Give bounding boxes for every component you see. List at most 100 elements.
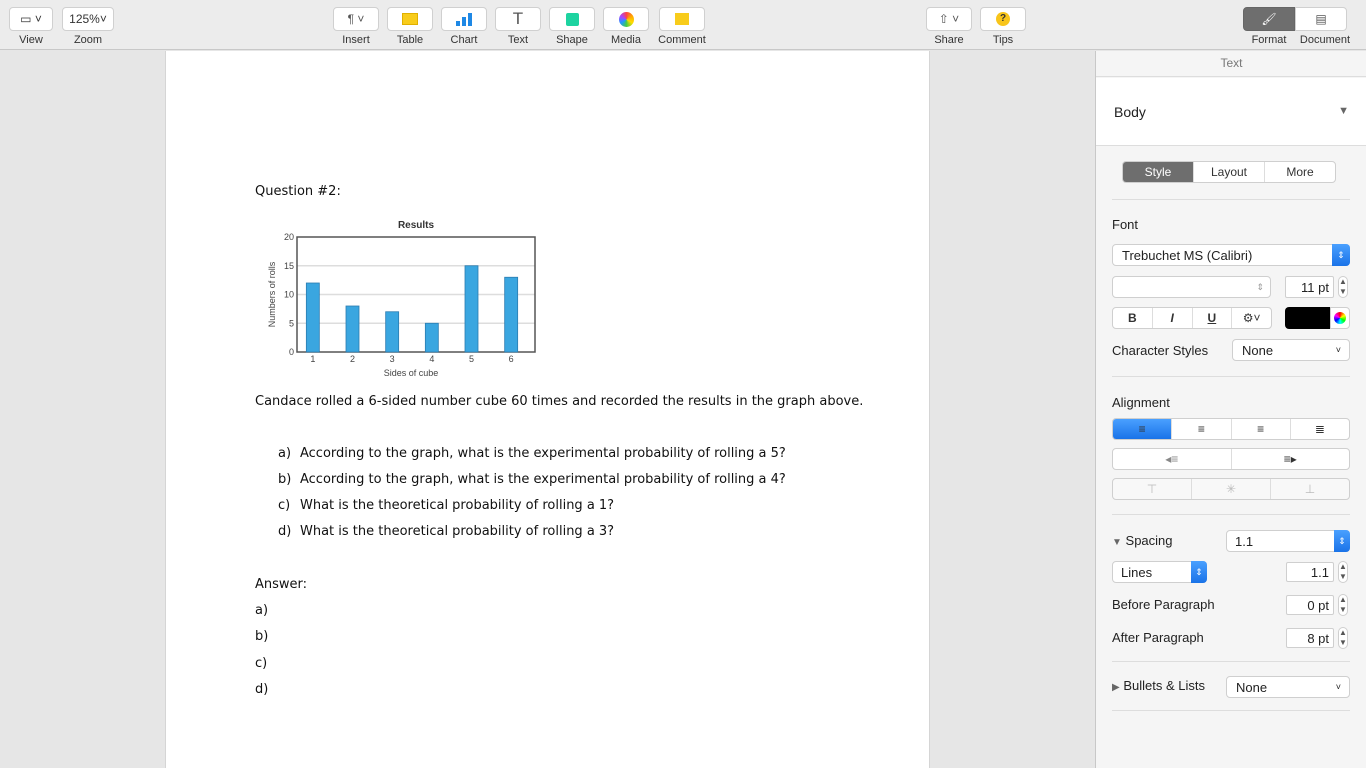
updown-icon: ⇕ (1191, 561, 1207, 583)
after-paragraph-input[interactable]: 8 pt (1286, 628, 1334, 648)
zoom-button[interactable]: 125% ˅ Zoom (62, 7, 114, 46)
indent-buttons: ◂≡ ≡▸ (1112, 448, 1350, 470)
question-item: d) What is the theoretical probability of… (278, 524, 614, 539)
bullets-lists-disclosure[interactable]: ▶ Bullets & Lists (1112, 678, 1205, 693)
question-title: Question #2: (255, 184, 341, 199)
line-spacing-stepper[interactable]: ▲ ▼ (1338, 561, 1348, 583)
triangle-down-icon: ▼ (1112, 537, 1122, 548)
x-axis-label: Sides of cube (384, 368, 439, 378)
insert-button[interactable]: ¶ ˅ Insert (333, 7, 379, 46)
line-spacing-input[interactable]: 1.1 (1286, 562, 1334, 582)
tab-more[interactable]: More (1265, 162, 1335, 182)
decrease-indent-button[interactable]: ◂≡ (1113, 449, 1232, 469)
bar-side-6 (504, 276, 519, 353)
share-button[interactable]: ⇧ ˅ Share (926, 7, 972, 46)
after-paragraph-label: After Paragraph (1112, 630, 1204, 645)
answer-label: Answer: (255, 577, 308, 592)
question-letter: d) (278, 524, 292, 539)
photos-icon (618, 11, 634, 27)
y-tick-label: 0 (289, 347, 294, 357)
style-tabs: Style Layout More (1122, 161, 1336, 183)
document-page[interactable]: Question #2: Results 0 5 10 15 20 1 2 3 4 5 6 Sides … (165, 51, 930, 768)
before-paragraph-input[interactable]: 0 pt (1286, 595, 1334, 615)
question-letter: c) (278, 498, 291, 513)
bullets-select[interactable]: None ˅ (1226, 676, 1350, 698)
paintbrush-icon: 🖌 (1261, 12, 1277, 26)
y-tick-label: 10 (284, 290, 294, 300)
question-letter: b) (278, 472, 292, 487)
font-typeface-select[interactable]: ⇕ (1112, 276, 1271, 298)
view-button[interactable]: ▭ ˅ View (9, 7, 53, 46)
answer-item: c) (255, 655, 268, 671)
problem-description: Candace rolled a 6-sided number cube 60 … (255, 394, 864, 409)
triangle-down-icon: ▼ (1338, 105, 1349, 117)
chevron-down-icon: ˅ (1335, 345, 1341, 355)
bold-button[interactable]: B (1113, 308, 1153, 328)
document-icon: ▤ (1315, 12, 1327, 26)
spacing-select[interactable]: 1.1 ⇕ (1226, 530, 1350, 552)
y-tick-label: 15 (284, 261, 294, 271)
triangle-right-icon: ▶ (1112, 682, 1120, 693)
after-paragraph-stepper[interactable]: ▲ ▼ (1338, 627, 1348, 649)
underline-button[interactable]: U (1193, 308, 1233, 328)
before-paragraph-stepper[interactable]: ▲ ▼ (1338, 594, 1348, 616)
tips-button[interactable]: ? Tips (980, 7, 1026, 46)
bar-side-3 (385, 311, 400, 353)
advanced-options-button[interactable]: ⚙˅ (1232, 308, 1271, 328)
line-spacing-type-select[interactable]: Lines ⇕ (1112, 561, 1207, 583)
chart-button[interactable]: Chart (441, 7, 487, 46)
align-top-button[interactable]: ⊤ (1113, 479, 1192, 499)
paragraph-icon: ¶ ˅ (347, 12, 365, 26)
bar-side-5 (464, 265, 479, 353)
document-button[interactable]: ▤ Document (1295, 7, 1355, 46)
align-center-button[interactable]: ≡ (1172, 419, 1232, 439)
chart-icon (456, 13, 472, 26)
shape-button[interactable]: Shape (549, 7, 595, 46)
y-tick-label: 5 (289, 318, 294, 328)
alignment-buttons: ≡ ≡ ≡ ≣ (1112, 418, 1350, 440)
align-middle-button[interactable]: ✳ (1192, 479, 1271, 499)
updown-icon: ⇕ (1256, 281, 1264, 292)
italic-button[interactable]: I (1153, 308, 1193, 328)
align-left-button[interactable]: ≡ (1113, 419, 1173, 439)
text-button[interactable]: T Text (495, 7, 541, 46)
x-tick-label: 1 (310, 354, 315, 364)
font-family-select[interactable]: Trebuchet MS (Calibri) ⇕ (1112, 244, 1350, 266)
character-styles-select[interactable]: None ˅ (1232, 339, 1350, 361)
tab-style[interactable]: Style (1123, 162, 1194, 182)
chevron-down-icon: ˅ (99, 12, 107, 26)
increase-indent-button[interactable]: ≡▸ (1232, 449, 1350, 469)
question-text: What is the theoretical probability of r… (300, 498, 615, 513)
sidebar-layout-icon: ▭ ˅ (20, 12, 42, 26)
comment-button[interactable]: Comment (657, 7, 707, 46)
font-label: Font (1112, 217, 1139, 232)
format-button[interactable]: 🖌 Format (1243, 7, 1295, 46)
question-icon: ? (996, 12, 1010, 26)
text-color-well[interactable] (1285, 307, 1330, 329)
justify-button[interactable]: ≣ (1291, 419, 1349, 439)
font-size-input[interactable]: 11 pt (1285, 276, 1334, 298)
align-bottom-button[interactable]: ⊥ (1271, 479, 1349, 499)
font-size-stepper[interactable]: ▲ ▼ (1338, 276, 1348, 298)
media-button[interactable]: Media (603, 7, 649, 46)
question-item: a) According to the graph, what is the ex… (278, 446, 786, 461)
answer-item: d) (255, 681, 269, 697)
results-chart[interactable]: Results 0 5 10 15 20 1 2 3 4 5 6 Sides of cube Number… (256, 211, 546, 381)
updown-icon: ⇕ (1334, 530, 1350, 552)
table-button[interactable]: Table (387, 7, 433, 46)
question-letter: a) (278, 446, 292, 461)
text-style-buttons: B I U ⚙˅ (1112, 307, 1272, 329)
paragraph-style-selector[interactable]: Body ▼ (1096, 78, 1366, 146)
text-icon: T (512, 9, 524, 28)
align-right-button[interactable]: ≡ (1232, 419, 1291, 439)
chart-title: Results (398, 220, 435, 231)
comment-icon (675, 13, 689, 25)
x-tick-label: 4 (429, 354, 434, 364)
chevron-down-icon: ˅ (1335, 682, 1341, 692)
tab-layout[interactable]: Layout (1194, 162, 1265, 182)
x-tick-label: 5 (469, 354, 474, 364)
spacing-disclosure[interactable]: ▼ Spacing (1112, 533, 1173, 548)
format-sidebar: Text Body ▼ Style Layout More Font Trebu… (1095, 51, 1366, 768)
color-picker-button[interactable] (1330, 307, 1350, 329)
question-item: b) According to the graph, what is the ex… (278, 472, 786, 487)
